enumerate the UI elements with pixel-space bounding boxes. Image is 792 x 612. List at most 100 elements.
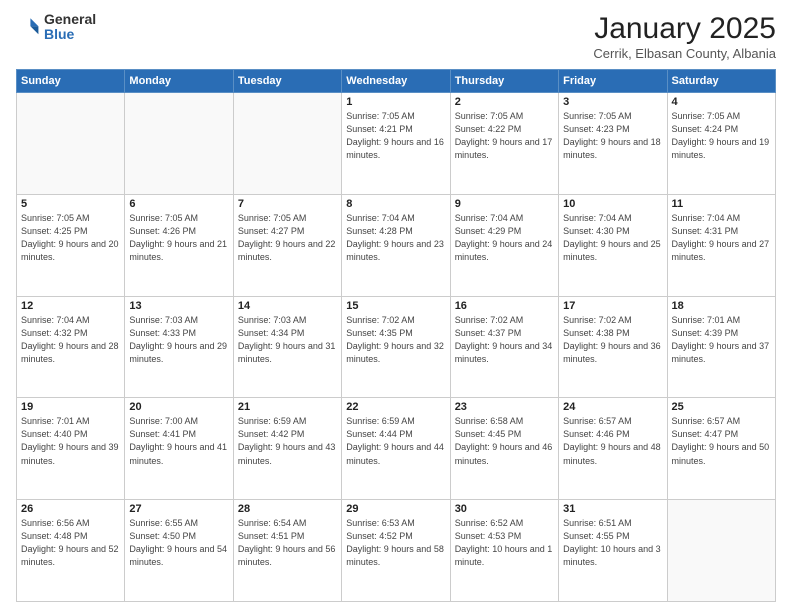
day-number: 2 [455, 96, 554, 108]
calendar-cell: 28 Sunrise: 6:54 AM Sunset: 4:51 PM Dayli… [233, 500, 341, 602]
day-number: 24 [563, 401, 662, 413]
day-number: 30 [455, 503, 554, 515]
day-info: Sunrise: 7:05 AM Sunset: 4:22 PM Dayligh… [455, 110, 554, 162]
day-info: Sunrise: 7:05 AM Sunset: 4:27 PM Dayligh… [238, 212, 337, 264]
title-section: January 2025 Cerrik, Elbasan County, Alb… [593, 12, 776, 61]
day-number: 9 [455, 198, 554, 210]
day-info: Sunrise: 7:03 AM Sunset: 4:33 PM Dayligh… [129, 314, 228, 366]
calendar-cell: 27Sunrise: 6:55 AM Sunset: 4:50 PM Dayli… [125, 500, 233, 602]
day-number: 28 [238, 503, 337, 515]
day-number: 11 [672, 198, 771, 210]
calendar-col-header: Saturday [667, 70, 775, 93]
day-number: 23 [455, 401, 554, 413]
location-title: Cerrik, Elbasan County, Albania [593, 46, 776, 61]
day-number: 25 [672, 401, 771, 413]
calendar-header-row: SundayMondayTuesdayWednesdayThursdayFrid… [17, 70, 776, 93]
month-title: January 2025 [593, 12, 776, 46]
day-number: 5 [21, 198, 120, 210]
day-info: Sunrise: 6:54 AM Sunset: 4:51 PM Dayligh… [238, 517, 337, 569]
calendar-cell: 22 Sunrise: 6:59 AM Sunset: 4:44 PM Dayli… [342, 398, 450, 500]
day-number: 16 [455, 300, 554, 312]
day-info: Sunrise: 7:02 AM Sunset: 4:37 PM Dayligh… [455, 314, 554, 366]
day-number: 15 [346, 300, 445, 312]
calendar-col-header: Tuesday [233, 70, 341, 93]
calendar-cell: 10 Sunrise: 7:04 AM Sunset: 4:30 PM Dayli… [559, 194, 667, 296]
calendar-cell: 1 Sunrise: 7:05 AM Sunset: 4:21 PM Daylig… [342, 93, 450, 195]
day-info: Sunrise: 6:51 AM Sunset: 4:55 PM Dayligh… [563, 517, 662, 569]
day-info: Sunrise: 7:05 AM Sunset: 4:24 PM Dayligh… [672, 110, 771, 162]
day-info: Sunrise: 7:04 AM Sunset: 4:32 PM Dayligh… [21, 314, 120, 366]
day-info: Sunrise: 7:05 AM Sunset: 4:25 PM Dayligh… [21, 212, 120, 264]
day-info: Sunrise: 7:02 AM Sunset: 4:35 PM Dayligh… [346, 314, 445, 366]
calendar-cell: 24 Sunrise: 6:57 AM Sunset: 4:46 PM Dayli… [559, 398, 667, 500]
day-info: Sunrise: 6:57 AM Sunset: 4:46 PM Dayligh… [563, 415, 662, 467]
day-info: Sunrise: 7:05 AM Sunset: 4:26 PM Dayligh… [129, 212, 228, 264]
calendar-cell [233, 93, 341, 195]
calendar-cell: 5 Sunrise: 7:05 AM Sunset: 4:25 PM Daylig… [17, 194, 125, 296]
page: General Blue January 2025 Cerrik, Elbasa… [0, 0, 792, 612]
day-info: Sunrise: 7:05 AM Sunset: 4:21 PM Dayligh… [346, 110, 445, 162]
day-number: 7 [238, 198, 337, 210]
day-number: 20 [129, 401, 228, 413]
day-number: 10 [563, 198, 662, 210]
calendar-cell: 15 Sunrise: 7:02 AM Sunset: 4:35 PM Dayli… [342, 296, 450, 398]
day-number: 4 [672, 96, 771, 108]
calendar-cell: 7 Sunrise: 7:05 AM Sunset: 4:27 PM Daylig… [233, 194, 341, 296]
logo-blue: Blue [44, 27, 96, 42]
calendar-col-header: Monday [125, 70, 233, 93]
day-number: 14 [238, 300, 337, 312]
day-number: 3 [563, 96, 662, 108]
day-number: 22 [346, 401, 445, 413]
day-info: Sunrise: 7:05 AM Sunset: 4:23 PM Dayligh… [563, 110, 662, 162]
calendar-cell: 23 Sunrise: 6:58 AM Sunset: 4:45 PM Dayli… [450, 398, 558, 500]
calendar-week-row: 26Sunrise: 6:56 AM Sunset: 4:48 PM Dayli… [17, 500, 776, 602]
day-number: 17 [563, 300, 662, 312]
day-number: 29 [346, 503, 445, 515]
day-info: Sunrise: 6:58 AM Sunset: 4:45 PM Dayligh… [455, 415, 554, 467]
day-info: Sunrise: 7:04 AM Sunset: 4:30 PM Dayligh… [563, 212, 662, 264]
calendar-cell: 11 Sunrise: 7:04 AM Sunset: 4:31 PM Dayli… [667, 194, 775, 296]
header: General Blue January 2025 Cerrik, Elbasa… [16, 12, 776, 61]
calendar-col-header: Sunday [17, 70, 125, 93]
day-number: 13 [129, 300, 228, 312]
day-info: Sunrise: 7:04 AM Sunset: 4:31 PM Dayligh… [672, 212, 771, 264]
calendar-col-header: Thursday [450, 70, 558, 93]
day-number: 18 [672, 300, 771, 312]
calendar-cell: 9 Sunrise: 7:04 AM Sunset: 4:29 PM Daylig… [450, 194, 558, 296]
day-info: Sunrise: 7:01 AM Sunset: 4:39 PM Dayligh… [672, 314, 771, 366]
calendar-week-row: 1 Sunrise: 7:05 AM Sunset: 4:21 PM Daylig… [17, 93, 776, 195]
day-info: Sunrise: 6:59 AM Sunset: 4:42 PM Dayligh… [238, 415, 337, 467]
day-number: 19 [21, 401, 120, 413]
day-info: Sunrise: 7:04 AM Sunset: 4:29 PM Dayligh… [455, 212, 554, 264]
calendar-cell: 19Sunrise: 7:01 AM Sunset: 4:40 PM Dayli… [17, 398, 125, 500]
calendar-cell: 30Sunrise: 6:52 AM Sunset: 4:53 PM Dayli… [450, 500, 558, 602]
calendar-week-row: 12 Sunrise: 7:04 AM Sunset: 4:32 PM Dayli… [17, 296, 776, 398]
calendar-week-row: 5 Sunrise: 7:05 AM Sunset: 4:25 PM Daylig… [17, 194, 776, 296]
calendar-cell: 8 Sunrise: 7:04 AM Sunset: 4:28 PM Daylig… [342, 194, 450, 296]
calendar-cell: 31 Sunrise: 6:51 AM Sunset: 4:55 PM Dayli… [559, 500, 667, 602]
day-number: 1 [346, 96, 445, 108]
calendar-cell [125, 93, 233, 195]
calendar-cell [17, 93, 125, 195]
day-info: Sunrise: 7:03 AM Sunset: 4:34 PM Dayligh… [238, 314, 337, 366]
calendar-col-header: Wednesday [342, 70, 450, 93]
day-info: Sunrise: 7:02 AM Sunset: 4:38 PM Dayligh… [563, 314, 662, 366]
calendar-cell: 16 Sunrise: 7:02 AM Sunset: 4:37 PM Dayli… [450, 296, 558, 398]
day-number: 12 [21, 300, 120, 312]
day-info: Sunrise: 6:56 AM Sunset: 4:48 PM Dayligh… [21, 517, 120, 569]
calendar-cell: 6Sunrise: 7:05 AM Sunset: 4:26 PM Daylig… [125, 194, 233, 296]
logo: General Blue [16, 12, 96, 43]
calendar-cell: 18 Sunrise: 7:01 AM Sunset: 4:39 PM Dayli… [667, 296, 775, 398]
day-info: Sunrise: 6:59 AM Sunset: 4:44 PM Dayligh… [346, 415, 445, 467]
day-number: 31 [563, 503, 662, 515]
day-info: Sunrise: 6:53 AM Sunset: 4:52 PM Dayligh… [346, 517, 445, 569]
calendar-week-row: 19Sunrise: 7:01 AM Sunset: 4:40 PM Dayli… [17, 398, 776, 500]
calendar-cell [667, 500, 775, 602]
calendar-cell: 26Sunrise: 6:56 AM Sunset: 4:48 PM Dayli… [17, 500, 125, 602]
calendar-cell: 25Sunrise: 6:57 AM Sunset: 4:47 PM Dayli… [667, 398, 775, 500]
calendar-cell: 4 Sunrise: 7:05 AM Sunset: 4:24 PM Daylig… [667, 93, 775, 195]
day-number: 8 [346, 198, 445, 210]
day-number: 21 [238, 401, 337, 413]
calendar-cell: 29 Sunrise: 6:53 AM Sunset: 4:52 PM Dayli… [342, 500, 450, 602]
day-info: Sunrise: 7:04 AM Sunset: 4:28 PM Dayligh… [346, 212, 445, 264]
